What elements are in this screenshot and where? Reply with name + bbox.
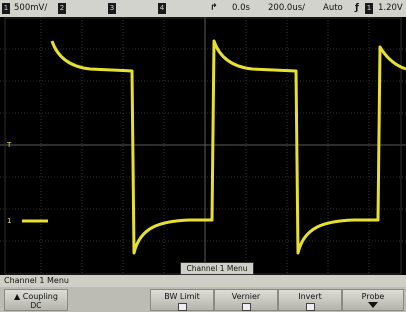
vernier-softkey[interactable]: Vernier — [214, 289, 278, 311]
waveform-trace — [22, 39, 406, 255]
graticule — [0, 17, 406, 275]
trigger-level: 1.20V — [378, 3, 403, 13]
trigger-source-indicator: 1 — [365, 3, 373, 14]
channel-1-indicator: 1 — [2, 3, 10, 14]
coupling-softkey[interactable]: ▲ Coupling DC — [4, 289, 68, 311]
menu-title: Channel 1 Menu — [0, 275, 406, 287]
probe-softkey[interactable]: Probe — [342, 289, 404, 311]
waveform-screen: T 1 — [0, 17, 406, 275]
invert-checkbox[interactable] — [305, 303, 315, 311]
vernier-checkbox[interactable] — [241, 303, 251, 311]
bw-limit-softkey[interactable]: BW Limit — [150, 289, 214, 311]
status-bar: 1 500mV/ 2 3 4 ↱ 0.0s 200.0us/ Auto ƒ 1 … — [0, 0, 406, 17]
submenu-arrow-down-icon — [368, 302, 378, 308]
invert-label: Invert — [298, 292, 322, 301]
invert-softkey[interactable]: Invert — [278, 289, 342, 311]
channel-4-indicator: 4 — [158, 3, 166, 14]
vernier-label: Vernier — [231, 292, 261, 301]
time-delay: 0.0s — [232, 3, 250, 13]
trigger-level-marker: T — [7, 141, 12, 149]
probe-label: Probe — [361, 292, 385, 301]
channel-2-indicator: 2 — [58, 3, 66, 14]
menu-popup-label: Channel 1 Menu — [180, 262, 254, 275]
channel-3-indicator: 3 — [108, 3, 116, 14]
oscilloscope-display: 1 500mV/ 2 3 4 ↱ 0.0s 200.0us/ Auto ƒ 1 … — [0, 0, 406, 312]
bw-limit-label: BW Limit — [164, 292, 200, 301]
softkey-bar: ▲ Coupling DC BW Limit Vernier Invert Pr… — [0, 287, 406, 312]
coupling-label: ▲ Coupling — [14, 292, 58, 301]
trigger-position-icon: ↱ — [210, 3, 218, 13]
trigger-mode: Auto — [323, 3, 343, 13]
coupling-value: DC — [30, 301, 42, 310]
time-per-div: 200.0us/ — [268, 3, 306, 13]
ground-reference-marker: 1 — [7, 217, 12, 225]
volts-per-div: 500mV/ — [14, 3, 48, 13]
trigger-slope-icon: ƒ — [355, 3, 359, 13]
bw-limit-checkbox[interactable] — [177, 303, 187, 311]
